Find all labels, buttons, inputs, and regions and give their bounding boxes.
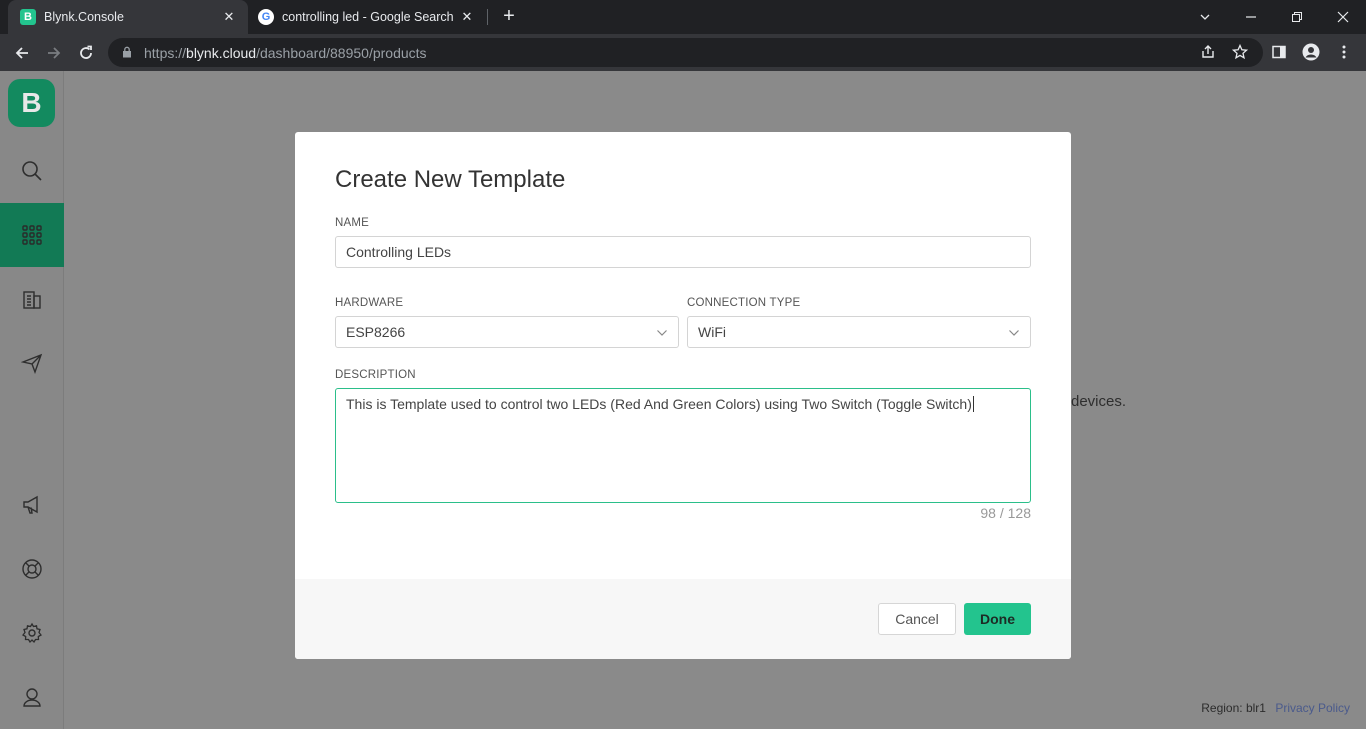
dialog-footer: Cancel Done [295,579,1071,659]
tab-title: controlling led - Google Search [282,10,454,24]
google-favicon-icon: G [258,9,274,25]
sidebar-item-help[interactable] [0,537,64,601]
lifebuoy-icon [22,559,42,579]
tab-title: Blynk.Console [44,10,124,24]
blynk-favicon-icon: B [20,9,36,25]
text-cursor [972,396,974,412]
user-icon [23,688,41,707]
done-button[interactable]: Done [964,603,1031,635]
share-icon[interactable] [1197,41,1219,63]
hardware-select-value: ESP8266 [346,324,406,340]
forward-arrow-icon[interactable] [41,40,67,66]
tab-separator [487,9,488,25]
description-text: This is Template used to control two LED… [346,396,972,412]
profile-avatar-icon[interactable] [1300,41,1322,63]
grid-icon [22,225,42,245]
tab-close-icon[interactable]: ✕ [458,9,476,25]
connection-type-select[interactable]: WiFi [687,316,1031,348]
browser-tab-strip: B Blynk.Console ✕ G controlling led - Go… [0,0,1366,34]
megaphone-icon [23,495,38,514]
name-input-value: Controlling LEDs [346,244,452,260]
kebab-menu-icon[interactable] [1333,41,1355,63]
tab-close-icon[interactable]: ✕ [220,9,238,25]
sidebar-item-organizations[interactable] [0,267,64,331]
name-input[interactable]: Controlling LEDs [335,236,1031,268]
url-host: blynk.cloud [186,44,257,61]
privacy-policy-link[interactable]: Privacy Policy [1275,701,1350,715]
tab-search-chevron-icon[interactable] [1182,0,1228,34]
connection-type-label: CONNECTION TYPE [687,297,801,309]
name-label: NAME [335,217,370,229]
minimize-icon[interactable] [1228,0,1274,34]
window-close-icon[interactable] [1320,0,1366,34]
gear-icon [22,622,42,644]
dialog-title: Create New Template [335,166,566,193]
url-path: /dashboard/88950/products [256,44,427,61]
tab-google-search[interactable]: G controlling led - Google Search ✕ [250,0,486,34]
side-panel-icon[interactable] [1268,41,1290,63]
search-icon [22,161,42,181]
sidebar-item-search[interactable] [0,139,64,203]
cancel-button[interactable]: Cancel [878,603,956,635]
description-label: DESCRIPTION [335,369,416,381]
send-icon [21,353,43,374]
sidebar-item-send[interactable] [0,331,64,395]
building-icon [23,291,41,309]
background-text: devices. [1071,393,1127,410]
sidebar-item-announcements[interactable] [0,473,64,537]
sidebar-item-templates[interactable] [0,203,64,267]
page-overlay: B devices. Region: blr1 Privacy Policy C… [0,71,1366,729]
chevron-down-icon [656,326,668,342]
sidebar: B [0,71,64,729]
chevron-down-icon [1008,326,1020,342]
blynk-logo[interactable]: B [8,79,55,127]
new-tab-plus-icon[interactable]: + [498,5,520,27]
footer: Region: blr1 Privacy Policy [1201,701,1350,715]
character-counter: 98 / 128 [980,505,1031,521]
reload-icon[interactable] [73,40,99,66]
address-bar[interactable]: https://blynk.cloud/dashboard/88950/prod… [108,38,1263,67]
bookmark-star-icon[interactable] [1229,41,1251,63]
url-prefix: https:// [144,44,187,61]
lock-icon [122,45,134,61]
back-arrow-icon[interactable] [9,40,35,66]
connection-type-value: WiFi [698,324,726,340]
restore-icon[interactable] [1274,0,1320,34]
hardware-label: HARDWARE [335,297,404,309]
sidebar-item-settings[interactable] [0,601,64,665]
browser-toolbar: https://blynk.cloud/dashboard/88950/prod… [0,34,1366,71]
description-textarea[interactable]: This is Template used to control two LED… [335,388,1031,503]
tab-blynk-console[interactable]: B Blynk.Console ✕ [8,0,248,34]
region-label: Region: blr1 [1201,701,1266,715]
create-template-dialog: Create New Template NAME Controlling LED… [295,132,1071,659]
sidebar-item-profile[interactable] [0,665,64,729]
hardware-select[interactable]: ESP8266 [335,316,679,348]
